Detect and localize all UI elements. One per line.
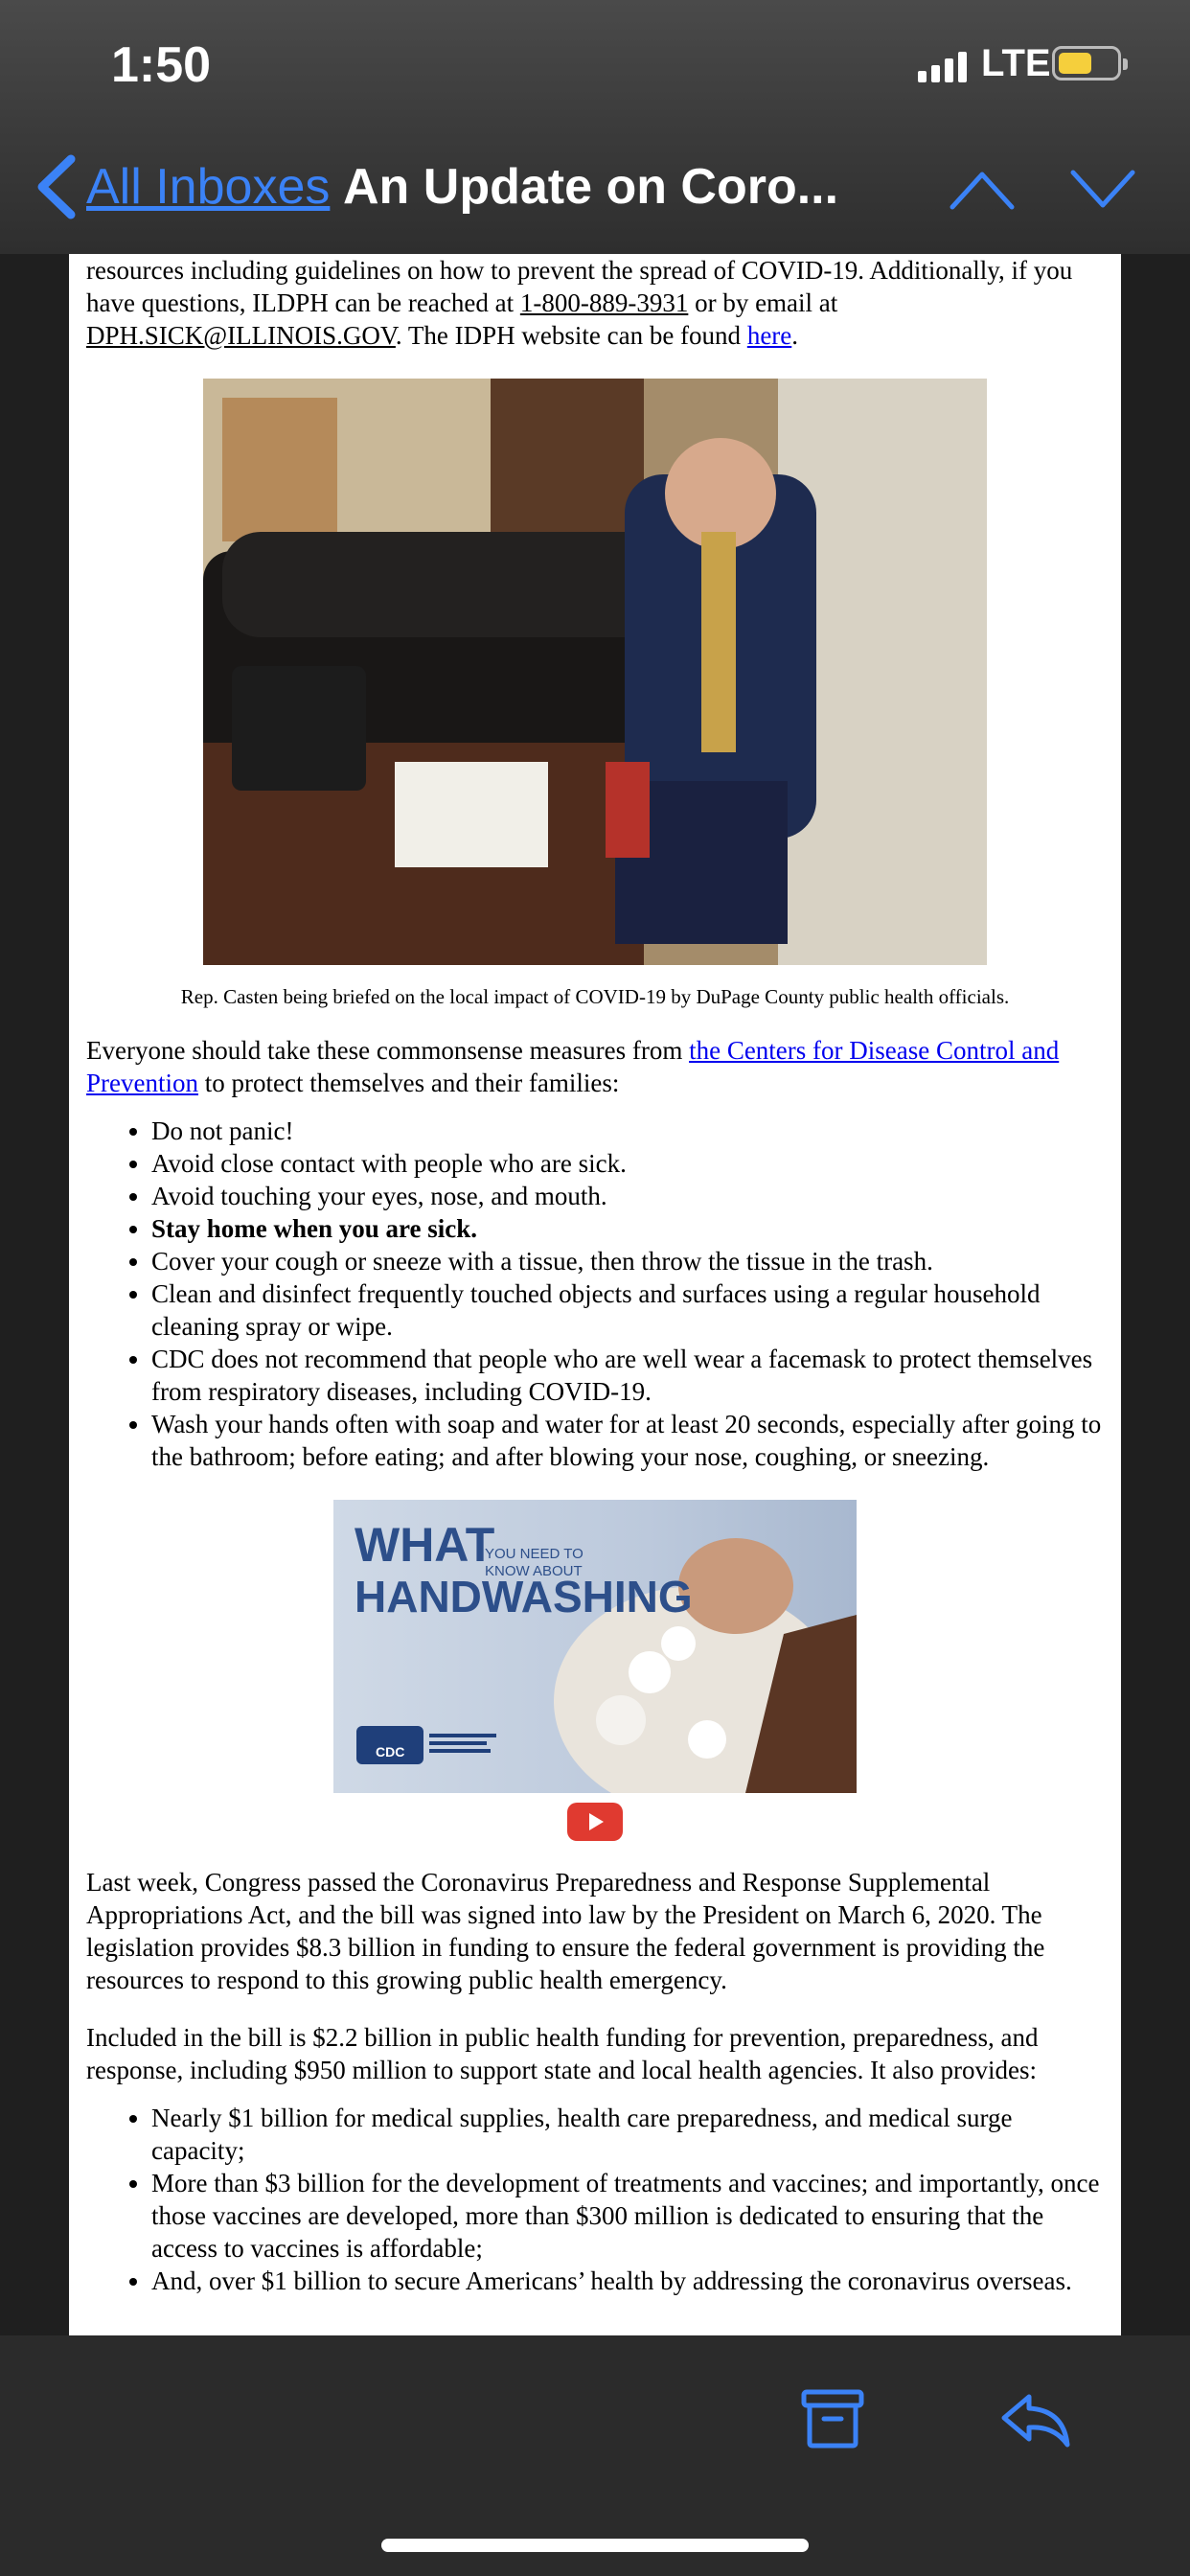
next-message-chevron-down-icon[interactable]: [1069, 165, 1136, 213]
list-item: Cover your cough or sneeze with a tissue…: [151, 1245, 1104, 1277]
header: 1:50 LTE All Inboxes An Update on Coro..…: [0, 0, 1190, 254]
home-indicator[interactable]: [381, 2539, 809, 2552]
youtube-play-icon[interactable]: [567, 1803, 623, 1841]
status-time: 1:50: [111, 37, 212, 93]
list-item: Avoid touching your eyes, nose, and mout…: [151, 1180, 1104, 1212]
photo-caption: Rep. Casten being briefed on the local i…: [180, 985, 1010, 1008]
chevron-left-icon[interactable]: [33, 153, 80, 220]
network-label: LTE: [981, 42, 1051, 84]
list-item: Wash your hands often with soap and wate…: [151, 1408, 1104, 1473]
bottom-toolbar: [0, 2335, 1190, 2576]
mail-screen: 1:50 LTE All Inboxes An Update on Coro..…: [0, 0, 1190, 2576]
list-item: Clean and disinfect frequently touched o…: [151, 1277, 1104, 1343]
intro-paragraph: resources including guidelines on how to…: [86, 256, 1073, 350]
measures-intro: Everyone should take these commonsense m…: [86, 1036, 1060, 1097]
cdc-logo: CDC: [376, 1744, 405, 1760]
email-subject-title: An Update on Coro...: [343, 159, 839, 215]
list-item: Do not panic!: [151, 1115, 1104, 1147]
bill-list: Nearly $1 billion for medical supplies, …: [86, 2102, 1104, 2297]
video-title-handwashing: HANDWASHING: [355, 1572, 693, 1622]
briefing-photo[interactable]: [203, 379, 987, 965]
list-item: CDC does not recommend that people who a…: [151, 1343, 1104, 1408]
photo-image: [203, 379, 987, 965]
archive-icon[interactable]: [801, 2389, 864, 2449]
handwashing-video-thumbnail[interactable]: WHAT YOU NEED TO KNOW ABOUT HANDWASHING …: [333, 1500, 857, 1793]
battery-icon: [1052, 46, 1128, 80]
congress-paragraph: Last week, Congress passed the Coronavir…: [86, 1868, 1045, 1994]
previous-message-chevron-up-icon[interactable]: [949, 165, 1016, 213]
email-body[interactable]: resources including guidelines on how to…: [69, 254, 1121, 2335]
idph-website-link[interactable]: here: [747, 321, 791, 350]
list-item: Avoid close contact with people who are …: [151, 1147, 1104, 1180]
measures-list: Do not panic! Avoid close contact with p…: [86, 1115, 1104, 1473]
bill-paragraph: Included in the bill is $2.2 billion in …: [86, 2023, 1039, 2084]
signal-icon: [918, 48, 967, 82]
list-item: And, over $1 billion to secure Americans…: [151, 2265, 1104, 2297]
list-item: Stay home when you are sick.: [151, 1212, 1104, 1245]
reply-icon[interactable]: [1000, 2393, 1071, 2449]
video-title-what: WHAT: [355, 1518, 495, 1572]
back-to-inboxes-link[interactable]: All Inboxes: [86, 158, 330, 216]
email-address-link[interactable]: DPH.SICK@ILLINOIS.GOV: [86, 321, 396, 350]
phone-link[interactable]: 1-800-889-3931: [520, 288, 688, 317]
list-item: Nearly $1 billion for medical supplies, …: [151, 2102, 1104, 2167]
list-item: More than $3 billion for the development…: [151, 2167, 1104, 2265]
